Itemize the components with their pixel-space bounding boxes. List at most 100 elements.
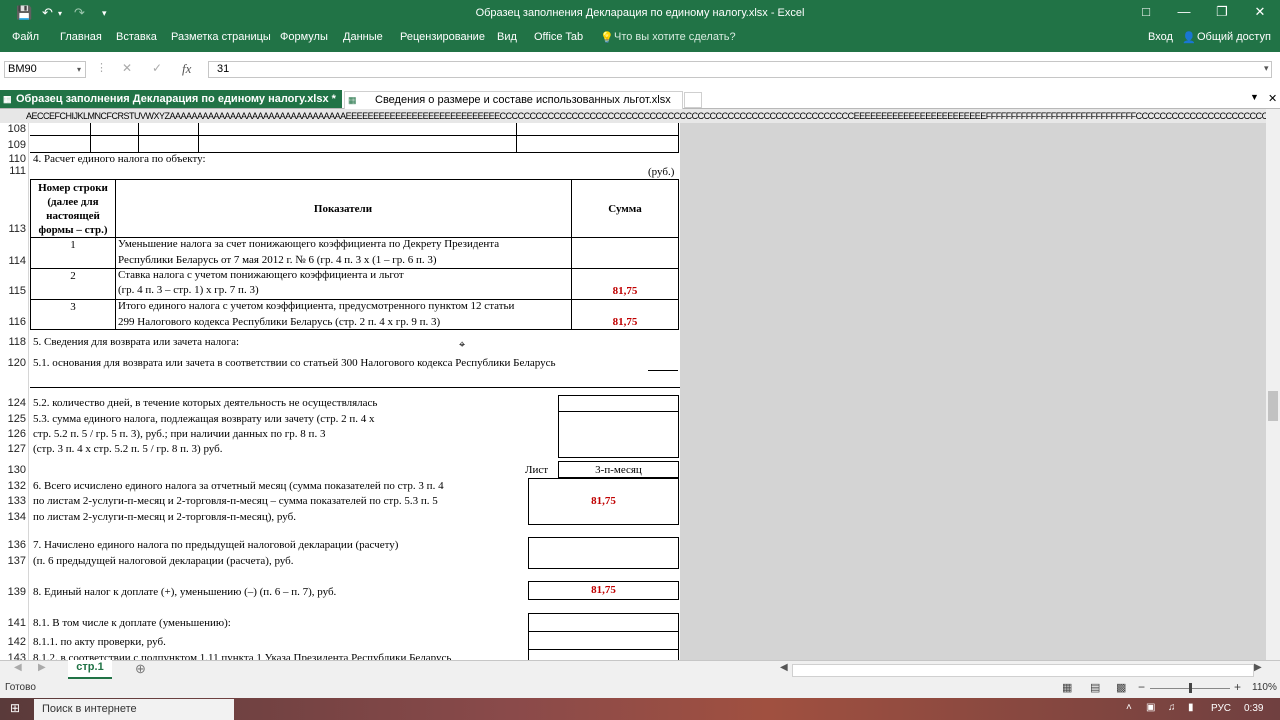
row-number[interactable]: 143 [0,652,26,660]
insert-function-icon[interactable]: fx [182,61,191,77]
tab-view[interactable]: Вид [497,31,517,43]
header-row-number[interactable]: Номер строки (далее для настоящей формы … [32,181,114,237]
page-layout-view-icon[interactable]: ▤ [1090,681,1100,694]
header-sum[interactable]: Сумма [572,203,678,215]
next-sheet-icon[interactable]: ▶ [38,662,46,673]
name-box[interactable]: BM90 ▾ [4,61,86,78]
tell-me-box[interactable]: Что вы хотите сделать? [614,31,736,43]
row-number[interactable]: 108 [0,123,26,135]
tab-list-icon[interactable]: ▼ [1250,92,1259,102]
enter-icon[interactable]: ✓ [152,61,162,75]
s5-2-text[interactable]: 5.2. количество дней, в течение которых … [33,397,377,409]
s7-text[interactable]: 7. Начислено единого налога по предыдуще… [33,539,398,551]
close-icon[interactable]: ✕ [1242,4,1278,20]
add-sheet-icon[interactable]: ⊕ [135,661,146,677]
row-number[interactable]: 110 [0,153,26,165]
sum-cell[interactable]: 81,75 [572,316,678,328]
tray-chevron-icon[interactable]: ˄ [1126,702,1132,713]
s8-1-2-text[interactable]: 8.1.2. в соответствии с подпунктом 1.11 … [33,652,451,660]
column-header[interactable]: AECCEFCHIJKLMNCFCRSTUVWXYZAAAAAAAAAAAAAA… [0,109,1268,124]
tab-office-tab[interactable]: Office Tab [534,31,583,43]
s7-text[interactable]: (п. 6 предыдущей налоговой декларации (р… [33,555,294,567]
windows-start-icon[interactable]: ⊞ [10,701,20,715]
row-text-cell[interactable]: (гр. 4 п. 3 – стр. 1) х гр. 7 п. 3) [118,284,259,296]
row-header[interactable] [0,123,29,660]
tab-review[interactable]: Рецензирование [400,31,485,43]
row-number[interactable]: 141 [0,617,26,629]
row-number[interactable]: 118 [0,336,26,348]
expand-formula-icon[interactable]: ▾ [1264,63,1269,74]
volume-icon[interactable]: ♫ [1168,702,1176,713]
row-text-cell[interactable]: 299 Налогового кодекса Республики Белару… [118,316,440,328]
tab-home[interactable]: Главная [60,31,102,43]
row-number[interactable]: 115 [0,285,26,297]
network-icon[interactable]: ▣ [1146,702,1155,713]
s8-1-1-value-box[interactable] [528,631,679,650]
row-number[interactable]: 127 [0,443,26,455]
minimize-icon[interactable]: — [1166,4,1202,19]
tab-formulas[interactable]: Формулы [280,31,328,43]
ribbon-display-icon[interactable]: □ [1128,4,1164,19]
zoom-level[interactable]: 110% [1252,682,1277,693]
scroll-right-icon[interactable]: ▶ [1254,662,1262,673]
row-number[interactable]: 113 [0,223,26,235]
close-tab-icon[interactable]: ✕ [1268,92,1277,105]
s8-1-1-text[interactable]: 8.1.1. по акту проверки, руб. [33,636,166,648]
header-indicators[interactable]: Показатели [116,203,570,215]
row-num-cell[interactable]: 1 [31,239,115,251]
signin-link[interactable]: Вход [1148,31,1173,43]
row-number[interactable]: 130 [0,464,26,476]
row-number[interactable]: 111 [0,165,26,177]
s8-1-value-box[interactable] [528,613,679,632]
unit-label[interactable]: (руб.) [648,166,674,178]
row-number[interactable]: 109 [0,139,26,151]
page-break-view-icon[interactable]: ▩ [1116,681,1126,694]
s6-text[interactable]: по листам 2-услуги-п-месяц и 2-торговля-… [33,511,296,523]
maximize-icon[interactable]: ❐ [1204,4,1240,20]
row-number[interactable]: 120 [0,357,26,369]
prev-sheet-icon[interactable]: ◀ [14,662,22,673]
row-number[interactable]: 116 [0,316,26,328]
row-number[interactable]: 125 [0,413,26,425]
language-indicator[interactable]: РУС [1211,703,1231,714]
s8-text[interactable]: 8. Единый налог к доплате (+), уменьшени… [33,586,336,598]
row-text-cell[interactable]: Республики Беларусь от 7 мая 2012 г. № 6… [118,254,437,266]
row-text-cell[interactable]: Ставка налога с учетом понижающего коэфф… [118,269,404,281]
zoom-in-icon[interactable]: + [1234,680,1241,694]
tab-page-layout[interactable]: Разметка страницы [171,31,271,43]
row-text-cell[interactable]: Уменьшение налога за счет понижающего ко… [118,238,499,250]
scroll-left-icon[interactable]: ◀ [780,662,788,673]
cancel-icon[interactable]: ✕ [122,61,132,75]
chevron-down-icon[interactable]: ▾ [77,62,81,77]
taskbar-search-box[interactable]: Поиск в интернете [34,699,234,720]
row-num-cell[interactable]: 3 [31,301,115,313]
zoom-slider-thumb[interactable] [1189,683,1192,693]
s5-3-text[interactable]: 5.3. сумма единого налога, подлежащая во… [33,413,375,425]
row-number[interactable]: 114 [0,255,26,267]
row-number[interactable]: 134 [0,511,26,523]
sheet-tab-str1[interactable]: стр.1 [68,660,112,679]
zoom-out-icon[interactable]: − [1138,680,1145,694]
sum-cell[interactable]: 81,75 [572,285,678,297]
s5-3-text[interactable]: (стр. 3 п. 4 х стр. 5.2 п. 5 / гр. 8 п. … [33,443,223,455]
document-tab-active[interactable]: ▦ Образец заполнения Декларация по едино… [0,90,342,108]
document-tab-other[interactable]: ▦ Сведения о размере и составе использов… [344,91,683,110]
row-number[interactable]: 124 [0,397,26,409]
normal-view-icon[interactable]: ▦ [1062,681,1072,694]
tab-insert[interactable]: Вставка [116,31,157,43]
s8-1-2-value-box[interactable] [528,649,679,660]
row-number[interactable]: 139 [0,586,26,598]
list-label[interactable]: Лист [525,464,548,476]
s5-3-value-box[interactable] [558,411,679,458]
s6-value[interactable]: 81,75 [528,495,679,507]
row-number[interactable]: 126 [0,428,26,440]
vertical-scrollbar[interactable] [1266,109,1280,660]
s5-2-value-box[interactable] [558,395,679,412]
s8-1-text[interactable]: 8.1. В том числе к доплате (уменьшению): [33,617,231,629]
s5-1-text[interactable]: 5.1. основания для возврата или зачета в… [33,357,556,369]
tab-file[interactable]: Файл [12,31,39,43]
row-num-cell[interactable]: 2 [31,270,115,282]
row-number[interactable]: 137 [0,555,26,567]
row-number[interactable]: 136 [0,539,26,551]
row-number[interactable]: 133 [0,495,26,507]
